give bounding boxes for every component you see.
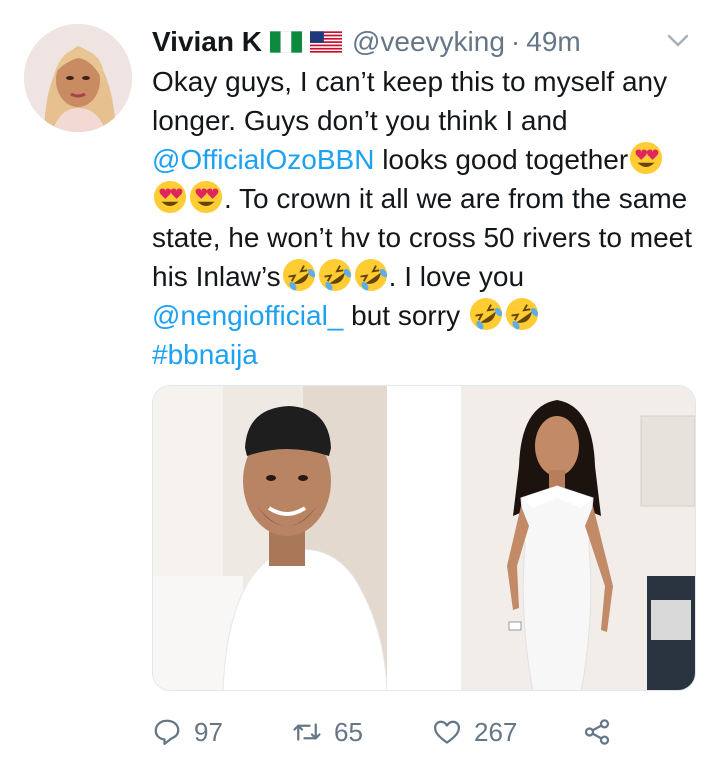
heart-eyes-emoji (189, 180, 223, 214)
tweet-text-part: Okay guys, I can’t keep this to myself a… (152, 66, 668, 136)
media-gap (387, 386, 461, 690)
retweet-button[interactable]: 65 (292, 717, 432, 748)
rolling-laughing-emoji (469, 297, 502, 331)
tweet-actions: 97 65 267 (152, 712, 622, 752)
hashtag-link[interactable]: #bbnaija (152, 339, 258, 370)
reply-icon (154, 719, 180, 745)
tweet-text-part: looks good together (374, 144, 629, 175)
reply-count: 97 (194, 716, 223, 747)
retweet-count: 65 (334, 716, 363, 747)
share-button[interactable] (582, 717, 612, 747)
nigeria-flag-icon (269, 31, 302, 53)
author-name[interactable]: Vivian K (152, 26, 262, 58)
media-photo-woman[interactable] (461, 386, 695, 690)
separator-dot: · (510, 26, 521, 57)
rolling-laughing-emoji (505, 297, 538, 331)
timestamp[interactable]: 49m (526, 26, 580, 58)
rolling-laughing-emoji (354, 258, 387, 292)
rolling-laughing-emoji (318, 258, 351, 292)
tweet-media[interactable] (152, 385, 696, 691)
like-button[interactable]: 267 (432, 717, 582, 748)
like-count: 267 (474, 716, 518, 747)
tweet-text-part: . I love you (388, 261, 525, 292)
heart-eyes-emoji (630, 141, 663, 175)
rolling-laughing-emoji (282, 258, 315, 292)
usa-flag-icon (309, 31, 342, 53)
media-photo-man[interactable] (153, 386, 387, 690)
heart-eyes-emoji (153, 180, 187, 214)
author-handle[interactable]: @veevyking (352, 26, 505, 58)
tweet-header: Vivian K @veevyking · 49m (152, 24, 680, 60)
heart-icon (434, 720, 460, 744)
reply-button[interactable]: 97 (152, 717, 292, 748)
tweet-text: Okay guys, I can’t keep this to myself a… (152, 62, 708, 374)
share-icon (584, 719, 610, 745)
tweet-text-part: but sorry (343, 300, 468, 331)
retweet-icon (293, 723, 321, 741)
mention-link[interactable]: @OfficialOzoBBN (152, 144, 374, 175)
mention-link[interactable]: @nengiofficial_ (152, 300, 343, 331)
avatar[interactable] (24, 24, 132, 132)
chevron-down-icon[interactable] (666, 28, 690, 52)
